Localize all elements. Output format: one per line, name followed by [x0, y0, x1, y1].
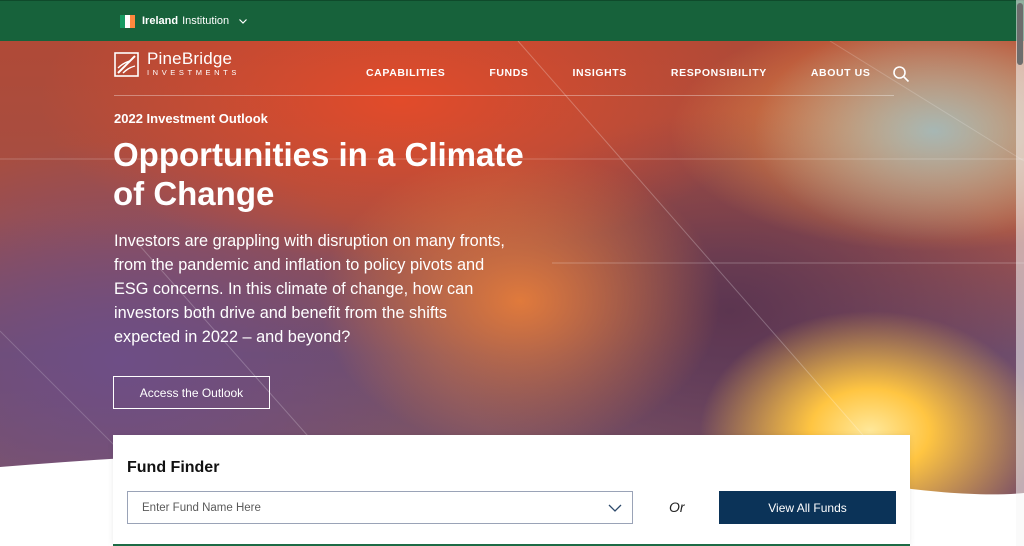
page-scrollbar[interactable]	[1016, 0, 1024, 546]
access-outlook-button[interactable]: Access the Outlook	[113, 376, 270, 409]
nav-divider	[114, 95, 894, 96]
search-icon[interactable]	[892, 65, 910, 83]
nav-insights[interactable]: INSIGHTS	[573, 67, 627, 79]
nav-about-us[interactable]: ABOUT US	[811, 67, 871, 79]
pinebridge-logo-icon	[114, 51, 139, 77]
nav-funds[interactable]: FUNDS	[489, 67, 528, 79]
hero-eyebrow: 2022 Investment Outlook	[114, 111, 268, 126]
chevron-down-icon	[608, 504, 622, 512]
region-selector[interactable]: Ireland	[142, 15, 178, 27]
fund-name-placeholder: Enter Fund Name Here	[142, 501, 261, 514]
ireland-flag-icon	[120, 14, 135, 28]
brand-tagline: INVESTMENTS	[147, 68, 240, 77]
hero-body: Investors are grappling with disruption …	[114, 232, 505, 346]
nav-capabilities[interactable]: CAPABILITIES	[366, 67, 445, 79]
fund-name-select[interactable]: Enter Fund Name Here	[127, 491, 633, 524]
fund-finder-panel: Fund Finder Enter Fund Name Here Or View…	[113, 435, 910, 546]
audience-selector[interactable]: Institution	[182, 15, 229, 27]
region-bar: Ireland Institution	[0, 0, 1024, 41]
view-all-funds-button[interactable]: View All Funds	[719, 491, 896, 524]
or-label: Or	[669, 499, 685, 515]
fund-finder-title: Fund Finder	[127, 459, 220, 476]
brand-name: PineBridge	[147, 49, 233, 68]
scrollbar-thumb[interactable]	[1017, 3, 1023, 65]
hero-headline: Opportunities in a Climate of Change	[113, 136, 524, 212]
chevron-down-icon[interactable]	[238, 16, 248, 26]
main-nav: CAPABILITIES FUNDS INSIGHTS RESPONSIBILI…	[366, 67, 870, 79]
nav-responsibility[interactable]: RESPONSIBILITY	[671, 67, 767, 79]
pinebridge-logo[interactable]: PineBridge INVESTMENTS	[114, 50, 240, 78]
